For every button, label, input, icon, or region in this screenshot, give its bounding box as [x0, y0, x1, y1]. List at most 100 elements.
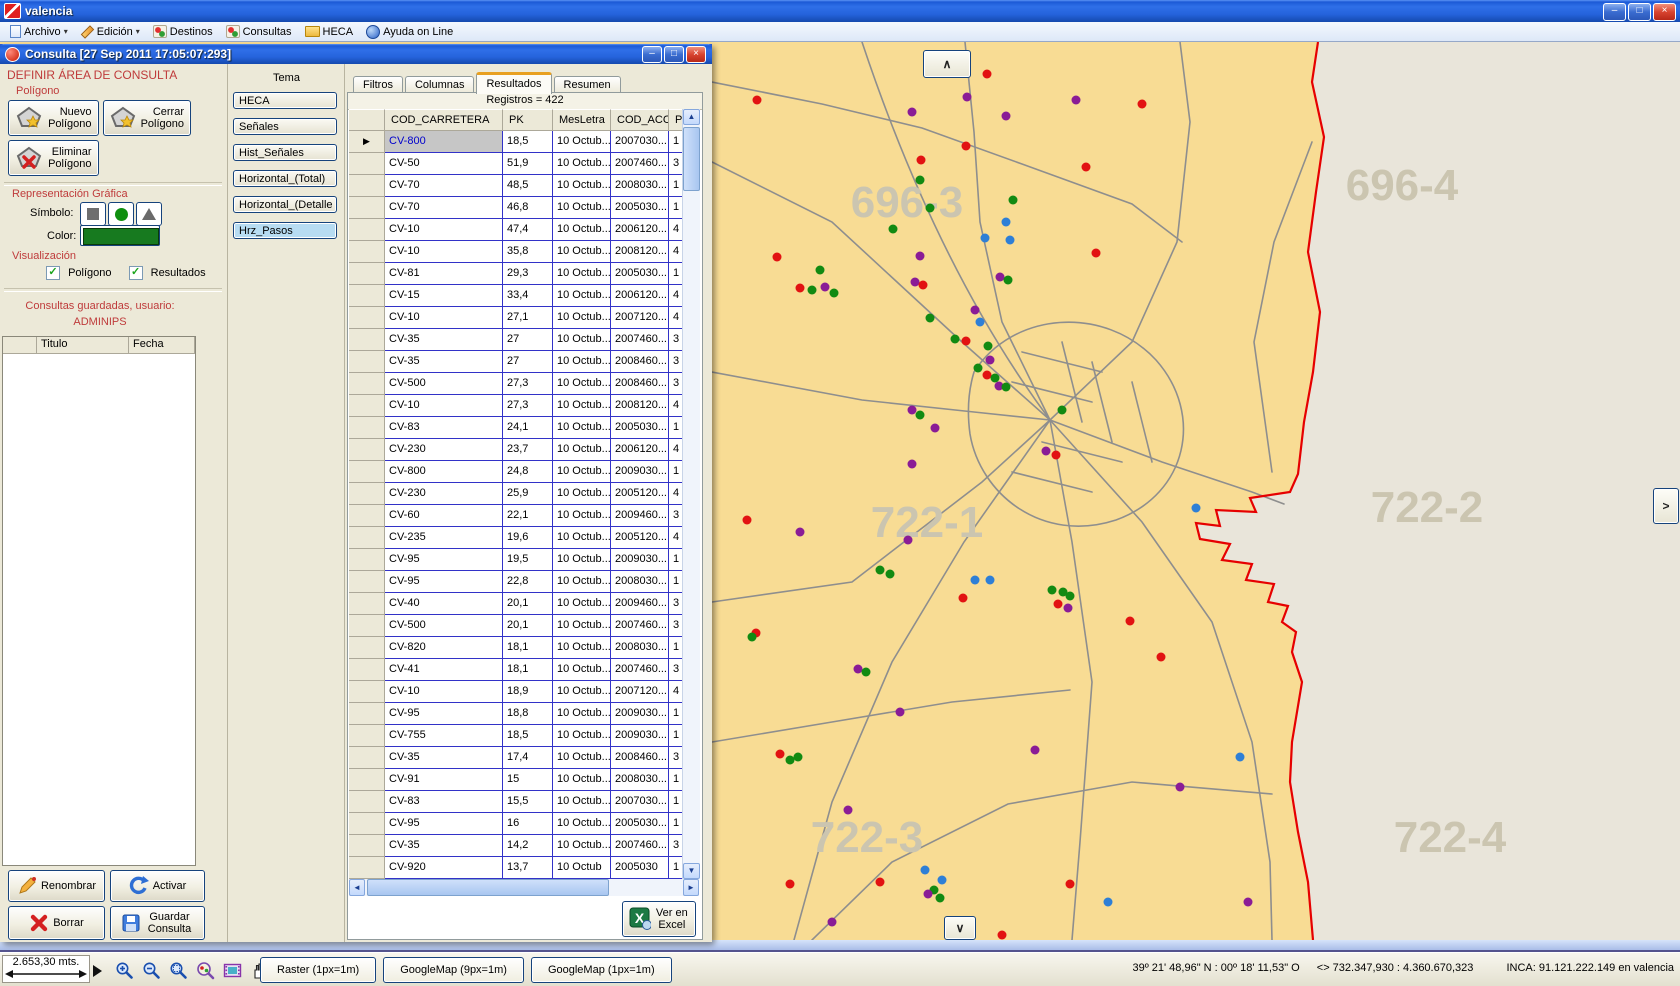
row-selector[interactable]	[349, 571, 385, 593]
map-point[interactable]	[984, 342, 993, 351]
map-point[interactable]	[1064, 604, 1073, 613]
map-area[interactable]: 696-3696-4722-1722-2722-3722-4 ∧ > ∨	[712, 42, 1680, 940]
renombrar-button[interactable]: Renombrar	[8, 870, 105, 902]
table-row[interactable]: CV-911510 Octub...2008030...1	[349, 769, 699, 791]
table-row[interactable]: CV-4020,110 Octub...2009460...3	[349, 593, 699, 615]
map-point[interactable]	[1157, 653, 1166, 662]
row-selector[interactable]	[349, 175, 385, 197]
search-map-icon[interactable]	[193, 958, 217, 982]
table-row[interactable]: CV-50020,110 Octub...2007460...3	[349, 615, 699, 637]
row-selector[interactable]	[349, 505, 385, 527]
map-point[interactable]	[996, 273, 1005, 282]
map-point[interactable]	[986, 356, 995, 365]
table-row[interactable]: CV-1018,910 Octub...2007120...4	[349, 681, 699, 703]
resultados-checkbox[interactable]: ✓	[129, 266, 143, 280]
map-point[interactable]	[1048, 586, 1057, 595]
map-point[interactable]	[1244, 898, 1253, 907]
table-row[interactable]: CV-1027,110 Octub...2007120...4	[349, 307, 699, 329]
scroll-right-icon[interactable]: ►	[683, 879, 699, 896]
table-row[interactable]: CV-9518,810 Octub...2009030...1	[349, 703, 699, 725]
table-row[interactable]: CV-8324,110 Octub...2005030...1	[349, 417, 699, 439]
map-point[interactable]	[796, 284, 805, 293]
map-point[interactable]	[908, 460, 917, 469]
table-row[interactable]: CV-7048,510 Octub...2008030...1	[349, 175, 699, 197]
row-selector[interactable]	[349, 285, 385, 307]
tema-item-horizontal-detalle[interactable]: Horizontal_(Detalle	[233, 196, 337, 213]
table-row[interactable]: CV-1027,310 Octub...2008120...4	[349, 395, 699, 417]
basemap-button-googlemap-1px-1m[interactable]: GoogleMap (1px=1m)	[531, 957, 672, 983]
table-row[interactable]: CV-8315,510 Octub...2007030...1	[349, 791, 699, 813]
map-point[interactable]	[908, 406, 917, 415]
map-point[interactable]	[1236, 753, 1245, 762]
map-point[interactable]	[1192, 504, 1201, 513]
row-selector[interactable]	[349, 241, 385, 263]
map-point[interactable]	[998, 931, 1007, 940]
zoom-selection-icon[interactable]	[166, 958, 190, 982]
dialog-titlebar[interactable]: Consulta [27 Sep 2011 17:05:07:293] – □ …	[0, 44, 712, 64]
map-point[interactable]	[919, 281, 928, 290]
map-point[interactable]	[796, 528, 805, 537]
map-point[interactable]	[1042, 447, 1051, 456]
row-selector[interactable]	[349, 659, 385, 681]
map-point[interactable]	[1176, 783, 1185, 792]
row-selector[interactable]: ▶	[349, 131, 385, 153]
row-selector[interactable]	[349, 703, 385, 725]
table-row[interactable]: CV-6022,110 Octub...2009460...3	[349, 505, 699, 527]
menu-item-heca[interactable]: HECA	[301, 25, 361, 39]
basemap-button-raster-1px-1m[interactable]: Raster (1px=1m)	[260, 957, 376, 983]
activar-button[interactable]: Activar	[110, 870, 205, 902]
map-point[interactable]	[983, 371, 992, 380]
symbol-triangle-button[interactable]	[136, 202, 162, 226]
map-point[interactable]	[974, 364, 983, 373]
borrar-button[interactable]: Borrar	[8, 906, 105, 940]
column-header-cod-carretera[interactable]: COD_CARRETERA	[385, 109, 503, 131]
tema-item-hrz-pasos[interactable]: Hrz_Pasos	[233, 222, 337, 239]
map-point[interactable]	[921, 866, 930, 875]
map-point[interactable]	[830, 289, 839, 298]
symbol-circle-button[interactable]	[108, 202, 134, 226]
guardar-consulta-button[interactable]: Guardar Consulta	[110, 906, 205, 940]
dialog-maximize-button[interactable]: □	[664, 46, 684, 63]
map-point[interactable]	[924, 890, 933, 899]
map-point[interactable]	[1126, 617, 1135, 626]
row-selector[interactable]	[349, 615, 385, 637]
menu-item-ayuda-on-line[interactable]: Ayuda on Line	[362, 24, 460, 40]
poligono-checkbox[interactable]: ✓	[46, 266, 60, 280]
map-point[interactable]	[876, 566, 885, 575]
map-point[interactable]	[931, 424, 940, 433]
row-selector[interactable]	[349, 417, 385, 439]
map-point[interactable]	[1004, 276, 1013, 285]
row-selector[interactable]	[349, 791, 385, 813]
row-selector[interactable]	[349, 263, 385, 285]
cerrar-poligono-button[interactable]: Cerrar Polígono	[103, 100, 191, 136]
map-point[interactable]	[1104, 898, 1113, 907]
map-point[interactable]	[951, 335, 960, 344]
tab-columnas[interactable]: Columnas	[405, 76, 475, 93]
map-point[interactable]	[916, 252, 925, 261]
map-point[interactable]	[1002, 218, 1011, 227]
map-point[interactable]	[1002, 383, 1011, 392]
map-point[interactable]	[904, 536, 913, 545]
saved-list-date-column[interactable]: Fecha	[129, 337, 195, 353]
dialog-minimize-button[interactable]: –	[642, 46, 662, 63]
tab-filtros[interactable]: Filtros	[353, 76, 403, 93]
symbol-square-button[interactable]	[80, 202, 106, 226]
map-point[interactable]	[908, 108, 917, 117]
map-point[interactable]	[743, 516, 752, 525]
zoom-in-icon[interactable]	[112, 958, 136, 982]
map-point[interactable]	[962, 337, 971, 346]
color-picker-button[interactable]	[80, 225, 160, 246]
menu-item-consultas[interactable]: Consultas	[222, 24, 299, 39]
map-point[interactable]	[786, 880, 795, 889]
tema-item-hist-se-ales[interactable]: Hist_Señales	[233, 144, 337, 161]
map-point[interactable]	[808, 286, 817, 295]
vertical-scroll-thumb[interactable]	[683, 127, 700, 191]
table-row[interactable]: CV-7046,810 Octub...2005030...1	[349, 197, 699, 219]
map-point[interactable]	[938, 876, 947, 885]
tab-resultados[interactable]: Resultados	[476, 72, 551, 94]
map-point[interactable]	[844, 806, 853, 815]
row-selector[interactable]	[349, 813, 385, 835]
close-button[interactable]: ×	[1653, 3, 1676, 21]
table-row[interactable]: CV-352710 Octub...2008460...3	[349, 351, 699, 373]
table-row[interactable]: CV-92013,710 Octub20050301	[349, 857, 699, 879]
